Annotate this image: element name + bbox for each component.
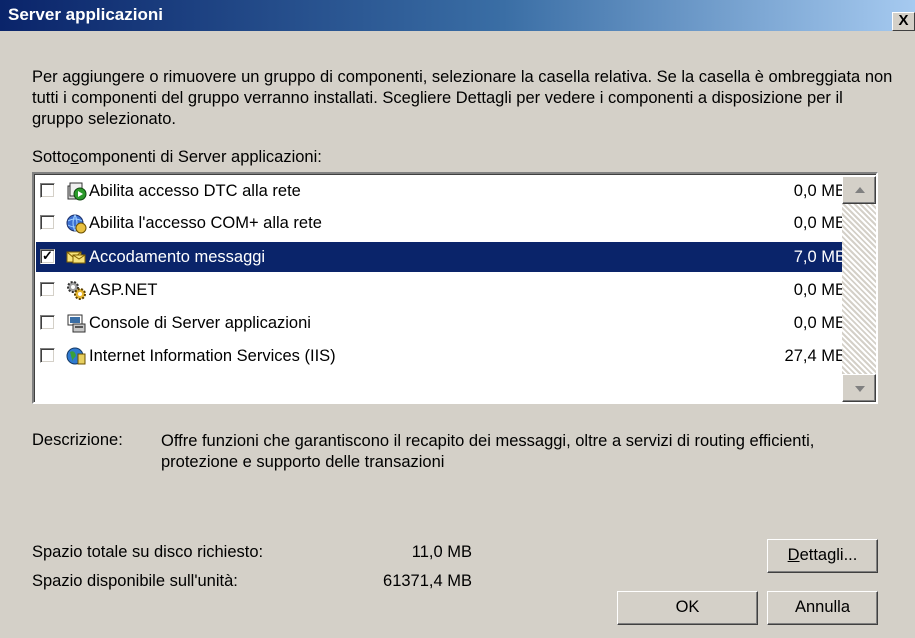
list-scrollbar[interactable]	[842, 176, 876, 402]
arrow-down-icon	[855, 386, 865, 392]
component-label: Abilita l'accesso COM+ alla rete	[89, 214, 322, 232]
details-button[interactable]: Dettagli...	[767, 539, 878, 573]
console-icon	[67, 314, 86, 333]
component-size: 0,0 MB	[793, 214, 846, 232]
component-label: Accodamento messaggi	[89, 248, 266, 266]
list-item[interactable]: Internet Information Services (IIS) 27,4…	[36, 341, 854, 371]
details-accel: D	[787, 546, 800, 564]
list-label-pre: Sotto	[32, 148, 71, 166]
message-queue-icon	[66, 251, 86, 264]
available-space-label: Spazio disponibile sull'unità:	[32, 572, 238, 590]
details-rest: ettagli...	[799, 546, 858, 564]
component-label: ASP.NET	[89, 281, 158, 299]
list-item[interactable]: Console di Server applicazioni 0,0 MB	[36, 308, 854, 338]
close-button[interactable]: X	[892, 12, 915, 31]
components-listbox[interactable]: Abilita accesso DTC alla rete 0,0 MB Abi…	[32, 172, 878, 404]
list-item-selected[interactable]: ✓ Accodamento messaggi 7,0 MB	[36, 242, 854, 272]
component-checkbox[interactable]	[40, 215, 55, 230]
component-checkbox[interactable]	[40, 282, 55, 297]
description-text: Offre funzioni che garantiscono il recap…	[161, 432, 815, 471]
list-item[interactable]: ASP.NET 0,0 MB	[36, 275, 854, 305]
list-label-post: omponenti di Server applicazioni:	[78, 148, 322, 166]
arrow-up-icon	[855, 187, 865, 193]
com-network-icon	[66, 214, 87, 234]
close-icon: X	[898, 12, 909, 29]
component-label: Internet Information Services (IIS)	[89, 347, 336, 365]
component-size: 7,0 MB	[793, 248, 846, 266]
window-title: Server applicazioni	[8, 5, 163, 24]
title-bar[interactable]: Server applicazioni X	[0, 0, 915, 31]
cancel-button[interactable]: Annulla	[767, 591, 878, 625]
component-checkbox[interactable]	[40, 348, 55, 363]
ok-button[interactable]: OK	[617, 591, 758, 625]
aspnet-gears-icon	[67, 281, 86, 300]
intro-text: Per aggiungere o rimuovere un gruppo di …	[32, 68, 893, 128]
component-checkbox[interactable]	[40, 315, 55, 330]
list-item[interactable]: Abilita l'accesso COM+ alla rete 0,0 MB	[36, 208, 854, 238]
component-size: 27,4 MB	[784, 347, 846, 365]
components-list-label: Sottocomponenti di Server applicazioni:	[32, 148, 322, 167]
component-size: 0,0 MB	[793, 182, 846, 200]
list-item[interactable]: Abilita accesso DTC alla rete 0,0 MB	[36, 176, 854, 206]
available-space-value: 61371,4 MB	[383, 572, 472, 590]
required-space-label: Spazio totale su disco richiesto:	[32, 543, 264, 561]
required-space-value: 11,0 MB	[411, 543, 472, 561]
component-checkbox[interactable]	[40, 183, 55, 198]
component-checkbox-checked[interactable]: ✓	[40, 249, 55, 264]
component-label: Console di Server applicazioni	[89, 314, 311, 332]
scroll-down-button[interactable]	[842, 374, 876, 402]
list-label-accel: c	[70, 148, 79, 166]
component-size: 0,0 MB	[793, 314, 846, 332]
component-label: Abilita accesso DTC alla rete	[89, 182, 301, 200]
component-size: 0,0 MB	[793, 281, 846, 299]
dtc-network-icon	[67, 182, 87, 201]
description-label: Descrizione:	[32, 431, 123, 449]
scroll-up-button[interactable]	[842, 176, 876, 204]
iis-icon	[66, 347, 86, 365]
